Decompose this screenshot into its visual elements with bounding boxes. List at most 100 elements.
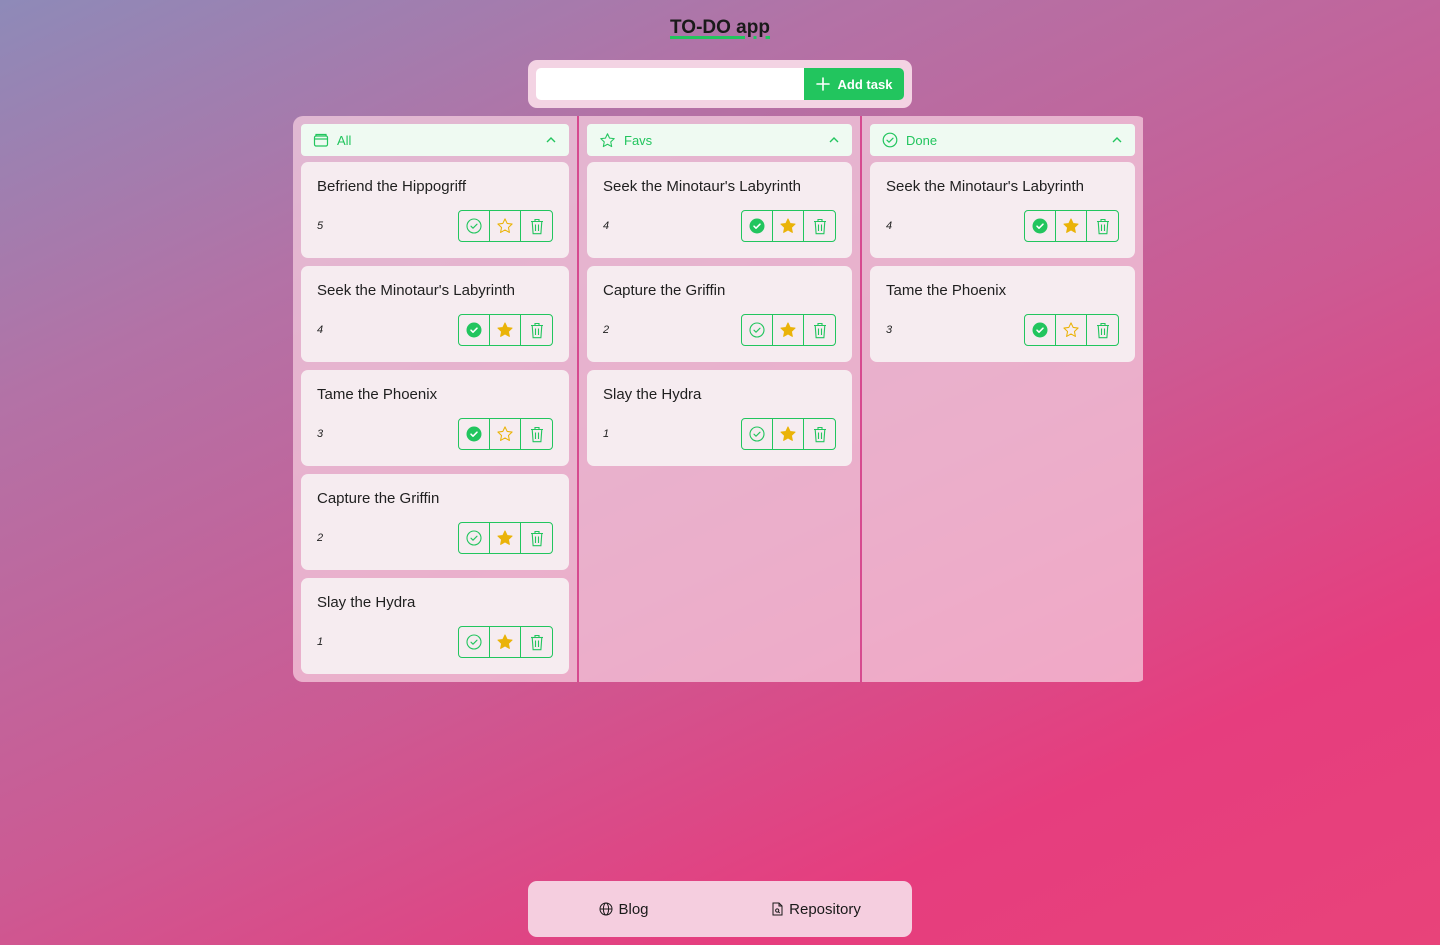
column-label-all: All <box>337 132 352 148</box>
trash-icon[interactable] <box>521 627 552 657</box>
trash-icon[interactable] <box>521 211 552 241</box>
trash-icon[interactable] <box>1087 211 1118 241</box>
task-board: All Befriend the Hippogriff 5 Seek the Min… <box>293 116 1147 682</box>
column-done: Done Seek the Minotaur's Labyrinth 4 Tame … <box>862 116 1143 682</box>
task-title: Capture the Griffin <box>317 490 440 507</box>
task-number: 4 <box>886 220 893 232</box>
check-circle-icon[interactable] <box>459 627 490 657</box>
check-circle-icon[interactable] <box>742 419 773 449</box>
task-card: Tame the Phoenix 3 <box>870 266 1135 362</box>
trash-icon[interactable] <box>521 419 552 449</box>
task-card: Seek the Minotaur's Labyrinth 4 <box>301 266 569 362</box>
star-filled-icon[interactable] <box>773 315 804 345</box>
task-title: Tame the Phoenix <box>886 282 1007 299</box>
task-card: Capture the Griffin 2 <box>301 474 569 570</box>
column-label-done: Done <box>906 132 938 148</box>
star-icon[interactable] <box>490 419 521 449</box>
star-filled-icon[interactable] <box>773 211 804 241</box>
folder-icon <box>313 133 329 147</box>
blog-link[interactable]: Blog <box>528 901 720 918</box>
card-list-all: Befriend the Hippogriff 5 Seek the Minotau… <box>301 162 569 674</box>
star-icon[interactable] <box>1056 315 1087 345</box>
check-circle-filled-icon[interactable] <box>1025 315 1056 345</box>
check-circle-filled-icon[interactable] <box>459 419 490 449</box>
task-card: Tame the Phoenix 3 <box>301 370 569 466</box>
document-icon <box>772 902 783 916</box>
task-actions <box>741 314 836 346</box>
check-circle-icon[interactable] <box>459 523 490 553</box>
task-number: 5 <box>317 220 324 232</box>
task-actions <box>458 626 553 658</box>
app-title-text: TO-DO app <box>670 17 770 38</box>
task-input[interactable] <box>536 68 804 100</box>
check-circle-filled-icon[interactable] <box>742 211 773 241</box>
task-number: 2 <box>603 324 610 336</box>
star-filled-icon[interactable] <box>490 315 521 345</box>
task-actions <box>1024 210 1119 242</box>
task-card: Seek the Minotaur's Labyrinth 4 <box>870 162 1135 258</box>
task-actions <box>458 210 553 242</box>
task-actions <box>1024 314 1119 346</box>
task-actions <box>458 314 553 346</box>
repository-label: Repository <box>789 900 861 918</box>
task-actions <box>741 210 836 242</box>
task-number: 4 <box>603 220 610 232</box>
column-header-all[interactable]: All <box>301 124 569 156</box>
card-list-favs: Seek the Minotaur's Labyrinth 4 Capture th… <box>587 162 852 466</box>
trash-icon[interactable] <box>804 211 835 241</box>
add-task-button[interactable]: Add task <box>804 68 904 100</box>
task-title: Tame the Phoenix <box>317 386 438 403</box>
task-title: Seek the Minotaur's Labyrinth <box>603 178 801 195</box>
chevron-up-icon[interactable] <box>545 134 557 146</box>
task-number: 4 <box>317 324 324 336</box>
task-card: Seek the Minotaur's Labyrinth 4 <box>587 162 852 258</box>
task-card: Befriend the Hippogriff 5 <box>301 162 569 258</box>
add-task-label: Add task <box>837 76 893 92</box>
blog-label: Blog <box>618 900 649 918</box>
add-task-bar: Add task <box>528 60 912 108</box>
task-number: 3 <box>317 428 324 440</box>
task-title: Slay the Hydra <box>603 386 702 403</box>
star-filled-icon[interactable] <box>490 627 521 657</box>
column-favs: Favs Seek the Minotaur's Labyrinth 4 Captu… <box>577 116 862 682</box>
check-circle-filled-icon[interactable] <box>1025 211 1056 241</box>
trash-icon[interactable] <box>521 523 552 553</box>
task-number: 2 <box>317 532 324 544</box>
check-circle-icon[interactable] <box>459 211 490 241</box>
column-all: All Befriend the Hippogriff 5 Seek the Min… <box>293 116 577 682</box>
task-title: Slay the Hydra <box>317 594 416 611</box>
trash-icon[interactable] <box>804 419 835 449</box>
trash-icon[interactable] <box>521 315 552 345</box>
trash-icon[interactable] <box>804 315 835 345</box>
task-number: 1 <box>317 636 324 648</box>
check-circle-filled-icon[interactable] <box>459 315 490 345</box>
star-filled-icon[interactable] <box>773 419 804 449</box>
chevron-up-icon[interactable] <box>1111 134 1123 146</box>
task-actions <box>458 522 553 554</box>
task-title: Befriend the Hippogriff <box>317 178 466 195</box>
star-filled-icon[interactable] <box>490 523 521 553</box>
task-number: 3 <box>886 324 893 336</box>
card-list-done: Seek the Minotaur's Labyrinth 4 Tame the P… <box>870 162 1135 362</box>
task-number: 1 <box>603 428 610 440</box>
repository-link[interactable]: Repository <box>720 901 912 918</box>
footer: Blog Repository <box>528 881 912 937</box>
globe-icon <box>599 902 613 916</box>
task-card: Slay the Hydra 1 <box>301 578 569 674</box>
check-circle-icon <box>882 132 898 148</box>
trash-icon[interactable] <box>1087 315 1118 345</box>
column-header-favs[interactable]: Favs <box>587 124 852 156</box>
star-icon <box>600 132 615 147</box>
check-circle-icon[interactable] <box>742 315 773 345</box>
task-card: Slay the Hydra 1 <box>587 370 852 466</box>
app-title: TO-DO app <box>0 17 1440 39</box>
task-title: Capture the Griffin <box>603 282 726 299</box>
column-header-done[interactable]: Done <box>870 124 1135 156</box>
star-icon[interactable] <box>490 211 521 241</box>
task-title: Seek the Minotaur's Labyrinth <box>886 178 1084 195</box>
column-label-favs: Favs <box>624 132 653 148</box>
chevron-up-icon[interactable] <box>828 134 840 146</box>
star-filled-icon[interactable] <box>1056 211 1087 241</box>
task-title: Seek the Minotaur's Labyrinth <box>317 282 515 299</box>
task-actions <box>458 418 553 450</box>
